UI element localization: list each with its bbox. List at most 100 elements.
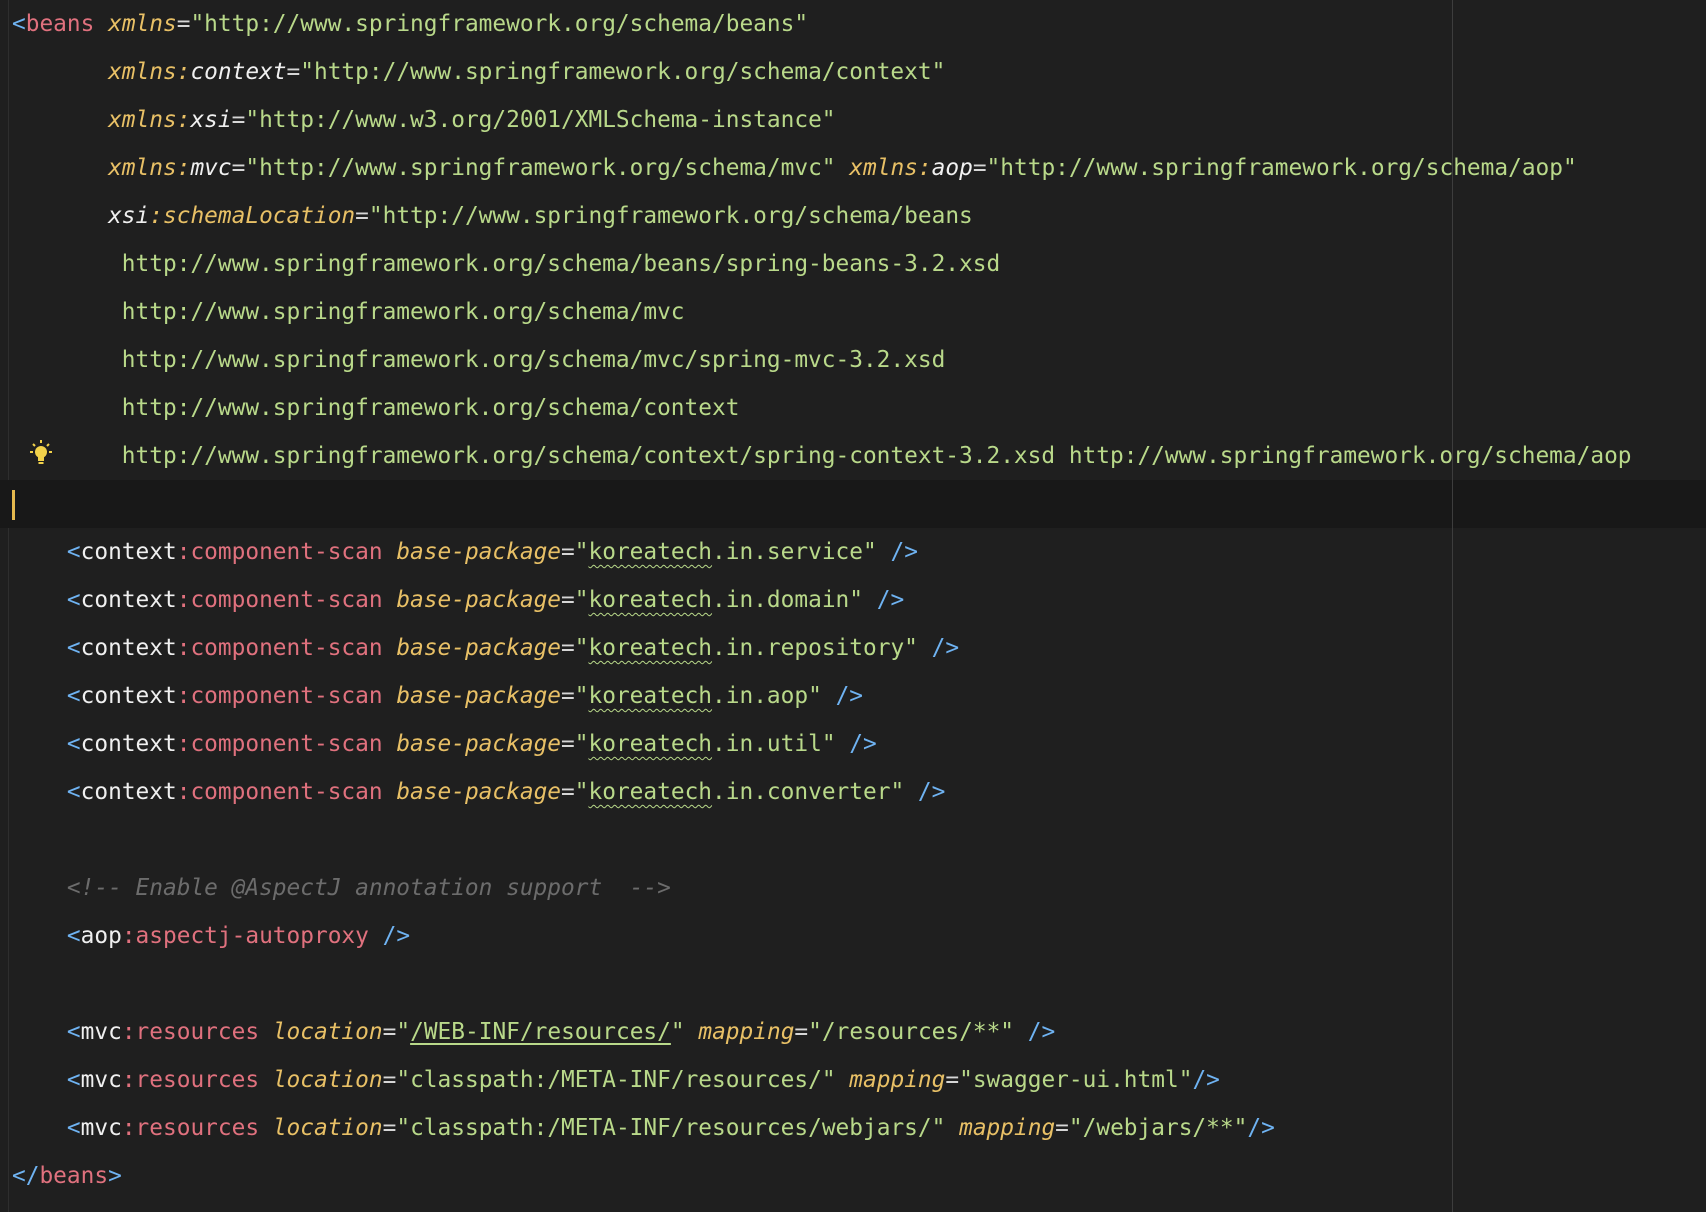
string-value: http://www.springframework.org/schema/mv… (12, 347, 946, 373)
code-line[interactable]: <mvc:resources location="classpath:/META… (12, 1056, 1706, 1104)
code-line[interactable]: <context:component-scan base-package="ko… (12, 720, 1706, 768)
punctuation: /> (1027, 1019, 1056, 1045)
code-line[interactable]: http://www.springframework.org/schema/mv… (12, 336, 1706, 384)
gutter-border (8, 0, 9, 1212)
whitespace: = (945, 1067, 960, 1093)
code-line[interactable]: <context:component-scan base-package="ko… (12, 576, 1706, 624)
whitespace: = (382, 1067, 397, 1093)
code-line[interactable]: <mvc:resources location="classpath:/META… (12, 1104, 1706, 1152)
string-value: " (574, 539, 589, 565)
code-line[interactable]: <mvc:resources location="/WEB-INF/resour… (12, 1008, 1706, 1056)
code-line[interactable]: <context:component-scan base-package="ko… (12, 624, 1706, 672)
code-line[interactable]: <beans xmlns="http://www.springframework… (12, 0, 1706, 48)
code-editor[interactable]: <beans xmlns="http://www.springframework… (0, 0, 1706, 1212)
punctuation: < (66, 1067, 81, 1093)
string-value: http://www.springframework.org/schema/co… (12, 443, 1632, 469)
punctuation: < (66, 779, 81, 805)
attribute-name: xmlns: (849, 155, 932, 181)
typo-string: koreatech (588, 731, 713, 757)
tag-name: beans (39, 1163, 109, 1189)
attribute-name: location (272, 1115, 383, 1141)
namespace-attr: xsi (190, 107, 232, 133)
whitespace: = (286, 59, 301, 85)
attribute-name: xmlns: (108, 155, 191, 181)
whitespace: = (355, 203, 369, 229)
whitespace: = (561, 539, 575, 565)
typo-string: koreatech (588, 779, 713, 805)
attribute-name: base-package (396, 587, 562, 613)
namespace-prefix: mvc (80, 1067, 122, 1093)
code-line[interactable]: xmlns:context="http://www.springframewor… (12, 48, 1706, 96)
code-line[interactable] (12, 816, 1706, 864)
namespace-prefix: context (80, 587, 177, 613)
string-value: .in.converter" (712, 779, 905, 805)
code-line[interactable]: <context:component-scan base-package="ko… (12, 672, 1706, 720)
namespace-attr: context (190, 59, 287, 85)
string-value: http://www.springframework.org/schema/mv… (12, 299, 685, 325)
whitespace: = (1055, 1115, 1069, 1141)
namespace-prefix: mvc (80, 1115, 122, 1141)
code-line[interactable]: <aop:aspectj-autoproxy /> (12, 912, 1706, 960)
string-value: http://www.springframework.org/schema/co… (12, 395, 740, 421)
code-line[interactable]: xmlns:xsi="http://www.w3.org/2001/XMLSch… (12, 96, 1706, 144)
attribute-name: base-package (396, 683, 562, 709)
namespace-prefix: context (80, 635, 177, 661)
code-line[interactable]: xmlns:mvc="http://www.springframework.or… (12, 144, 1706, 192)
punctuation: /> (1247, 1115, 1275, 1141)
punctuation: /> (849, 731, 877, 757)
code-line[interactable]: http://www.springframework.org/schema/co… (12, 432, 1706, 480)
punctuation: < (66, 731, 81, 757)
typo-string: koreatech (588, 635, 713, 661)
whitespace: = (561, 635, 575, 661)
code-line[interactable]: http://www.springframework.org/schema/mv… (12, 288, 1706, 336)
whitespace: = (231, 155, 246, 181)
code-line[interactable] (12, 960, 1706, 1008)
string-value: "/resources/**" (808, 1019, 1015, 1045)
string-value: .in.repository" (712, 635, 918, 661)
punctuation: < (12, 11, 26, 37)
comment: <!-- Enable @AspectJ annotation support … (66, 875, 671, 901)
code-line[interactable]: http://www.springframework.org/schema/co… (12, 384, 1706, 432)
whitespace: = (561, 731, 575, 757)
tag-name: :resources (121, 1019, 260, 1045)
attribute-name: xmlns: (108, 107, 191, 133)
code-line[interactable]: xsi:schemaLocation="http://www.springfra… (12, 192, 1706, 240)
punctuation: < (66, 1115, 81, 1141)
namespace-prefix: mvc (80, 1019, 122, 1045)
code-line[interactable]: <context:component-scan base-package="ko… (12, 528, 1706, 576)
attribute-name: location (272, 1019, 383, 1045)
tag-name: :resources (121, 1115, 260, 1141)
code-line[interactable] (12, 480, 1706, 528)
tag-name: :component-scan (176, 731, 383, 757)
punctuation: < (66, 539, 81, 565)
code-line[interactable]: <context:component-scan base-package="ko… (12, 768, 1706, 816)
attribute-name: base-package (396, 539, 562, 565)
code-line[interactable]: http://www.springframework.org/schema/be… (12, 240, 1706, 288)
code-line[interactable]: </beans> (12, 1152, 1706, 1200)
tag-name: beans (25, 11, 95, 37)
namespace-attr: mvc (190, 155, 232, 181)
string-value: "http://www.springframework.org/schema/b… (368, 203, 973, 229)
code-line[interactable]: <!-- Enable @AspectJ annotation support … (12, 864, 1706, 912)
punctuation: /> (382, 923, 411, 949)
string-value: "http://www.springframework.org/schema/a… (986, 155, 1577, 181)
tag-name: :component-scan (176, 635, 383, 661)
whitespace: = (382, 1115, 397, 1141)
attribute-name: xmlns: (108, 59, 191, 85)
string-value: "swagger-ui.html" (959, 1067, 1193, 1093)
